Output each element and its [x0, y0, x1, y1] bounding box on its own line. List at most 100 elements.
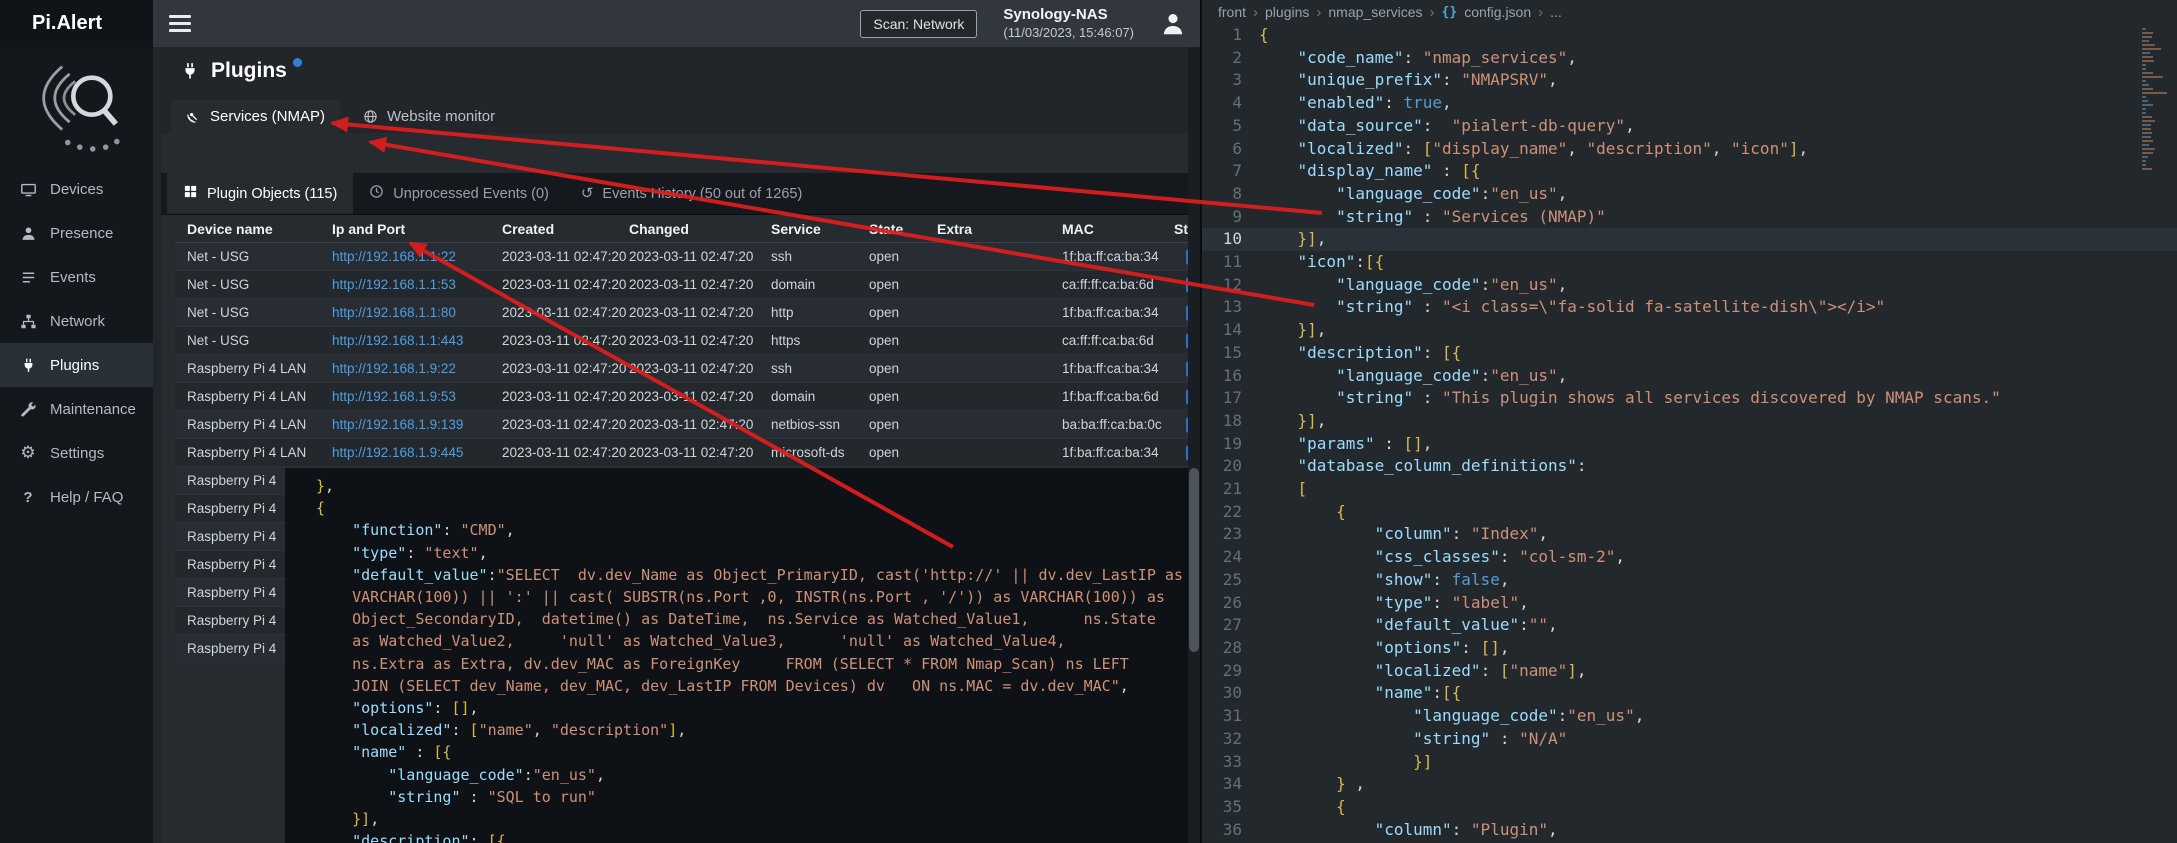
menu-toggle-button[interactable]: [169, 11, 191, 36]
code-token: "N/A": [1519, 729, 1567, 748]
tab-website-monitor[interactable]: Website monitor: [348, 100, 510, 133]
code-token: "name": [352, 743, 406, 761]
code-text: "function": "CMD",: [299, 521, 515, 539]
scrollbar-track[interactable]: [1188, 47, 1200, 843]
line-number: 7: [1202, 160, 1242, 183]
sidebar-item-presence[interactable]: Presence: [0, 211, 153, 255]
cell-device: Net - USG: [175, 277, 320, 292]
tab-events-history[interactable]: ↺ Events History (50 out of 1265): [565, 173, 818, 214]
user-icon[interactable]: [1160, 11, 1186, 37]
breadcrumb: front › plugins › nmap_services › {} con…: [1202, 0, 2177, 24]
minimap-line: [2142, 68, 2146, 70]
code-token: :: [524, 766, 533, 784]
tab-plugin-objects[interactable]: Plugin Objects (115): [167, 173, 353, 214]
code-token: [1259, 593, 1375, 612]
code-token: "display_name": [1432, 139, 1567, 158]
minimap-line: [2142, 44, 2155, 46]
tab-unprocessed-events[interactable]: Unprocessed Events (0): [353, 173, 565, 214]
line-number: 31: [1202, 705, 1242, 728]
column-header-service[interactable]: Service: [759, 221, 857, 237]
sidebar-item-help[interactable]: ? Help / FAQ: [0, 475, 153, 519]
column-header-state[interactable]: State: [857, 221, 925, 237]
minimap-line: [2142, 88, 2153, 90]
breadcrumb-item[interactable]: front: [1218, 4, 1246, 20]
ip-port-link[interactable]: http://192.168.1.1:80: [332, 305, 456, 320]
sidebar-item-devices[interactable]: Devices: [0, 167, 153, 211]
code-token: "description": [551, 721, 668, 739]
code-text: "string" : "N/A": [1242, 728, 1567, 751]
sidebar-item-settings[interactable]: ⚙ Settings: [0, 431, 153, 475]
cell-created: 2023-03-11 02:47:20: [490, 333, 617, 348]
code-token: [{: [1461, 161, 1480, 180]
cell-status: ✓: [1162, 277, 1191, 293]
code-token: [1259, 729, 1413, 748]
code-token: [: [470, 721, 479, 739]
ip-port-link[interactable]: http://192.168.1.9:22: [332, 361, 456, 376]
editor-code[interactable]: 1{2 "code_name": "nmap_services",3 "uniq…: [1202, 24, 2177, 843]
code-token: :: [1404, 139, 1423, 158]
column-header-extra[interactable]: Extra: [925, 221, 1050, 237]
column-header-changed[interactable]: Changed: [617, 221, 759, 237]
column-header-ip-port[interactable]: Ip and Port: [320, 221, 490, 237]
code-token: :: [1432, 161, 1461, 180]
column-header-device[interactable]: Device name: [175, 221, 320, 237]
sidebar-item-events[interactable]: Events: [0, 255, 153, 299]
code-text: }]: [1242, 751, 1432, 774]
page-title: Plugins: [211, 58, 287, 84]
code-text: }],: [1242, 410, 1326, 433]
code-token: :: [406, 544, 424, 562]
code-token: :: [1481, 366, 1491, 385]
code-token: "column": [1375, 524, 1452, 543]
editor-line: 20 "database_column_definitions":: [1202, 455, 2177, 478]
plugin-tabs: Services (NMAP) Website monitor: [153, 100, 1200, 133]
cell-changed: 2023-03-11 02:47:20: [617, 389, 759, 404]
code-token: true: [1404, 93, 1443, 112]
ip-port-link[interactable]: http://192.168.1.1:22: [332, 249, 456, 264]
code-token: [1259, 411, 1298, 430]
cell-status: ✓: [1162, 389, 1191, 405]
tab-label: Services (NMAP): [210, 108, 325, 125]
code-token: [{: [1442, 683, 1461, 702]
sidebar-item-maintenance[interactable]: Maintenance: [0, 387, 153, 431]
minimap-line: [2142, 84, 2149, 86]
cell-created: 2023-03-11 02:47:20: [490, 249, 617, 264]
ip-port-link[interactable]: http://192.168.1.9:53: [332, 389, 456, 404]
sidebar-item-label: Network: [50, 313, 105, 330]
ip-port-link[interactable]: http://192.168.1.9:139: [332, 417, 463, 432]
minimap-line: [2142, 108, 2146, 110]
breadcrumb-item[interactable]: nmap_services: [1328, 4, 1422, 20]
code-text: "type": "label",: [1242, 592, 1529, 615]
minimap-line: [2142, 76, 2163, 78]
minimap-line: [2142, 72, 2153, 74]
cell-service: microsoft-ds: [759, 445, 857, 460]
ip-port-link[interactable]: http://192.168.1.9:445: [332, 445, 463, 460]
cell-changed: 2023-03-11 02:47:20: [617, 417, 759, 432]
code-token: "display_name": [1298, 161, 1433, 180]
line-number: 35: [1202, 796, 1242, 819]
sidebar-item-network[interactable]: Network: [0, 299, 153, 343]
sidebar-item-plugins[interactable]: Plugins: [0, 343, 153, 387]
tab-services-nmap[interactable]: Services (NMAP): [171, 100, 340, 133]
code-text: "name" : [{: [299, 743, 451, 761]
column-header-status[interactable]: Status: [1162, 221, 1191, 237]
minimap[interactable]: [2142, 28, 2174, 172]
code-token: ,: [1442, 93, 1452, 112]
column-header-mac[interactable]: MAC: [1050, 221, 1162, 237]
cell-service: ssh: [759, 361, 857, 376]
column-header-created[interactable]: Created: [490, 221, 617, 237]
ip-port-link[interactable]: http://192.168.1.1:443: [332, 333, 463, 348]
cell-service: ssh: [759, 249, 857, 264]
code-text: },: [299, 477, 334, 495]
code-token: as Watched_Value2, 'null' as Watched_Val…: [352, 632, 1065, 650]
scrollbar-thumb[interactable]: [1189, 468, 1199, 652]
ip-port-link[interactable]: http://192.168.1.1:53: [332, 277, 456, 292]
breadcrumb-item[interactable]: ...: [1550, 4, 1562, 20]
breadcrumb-item[interactable]: config.json: [1464, 4, 1531, 20]
code-token: "name": [1509, 661, 1567, 680]
code-token: }]: [1298, 229, 1317, 248]
breadcrumb-item[interactable]: plugins: [1265, 4, 1309, 20]
code-token: "SQL to run": [488, 788, 596, 806]
code-token: ,: [1567, 48, 1577, 67]
minimap-line: [2142, 64, 2146, 66]
code-token: ,: [677, 721, 686, 739]
